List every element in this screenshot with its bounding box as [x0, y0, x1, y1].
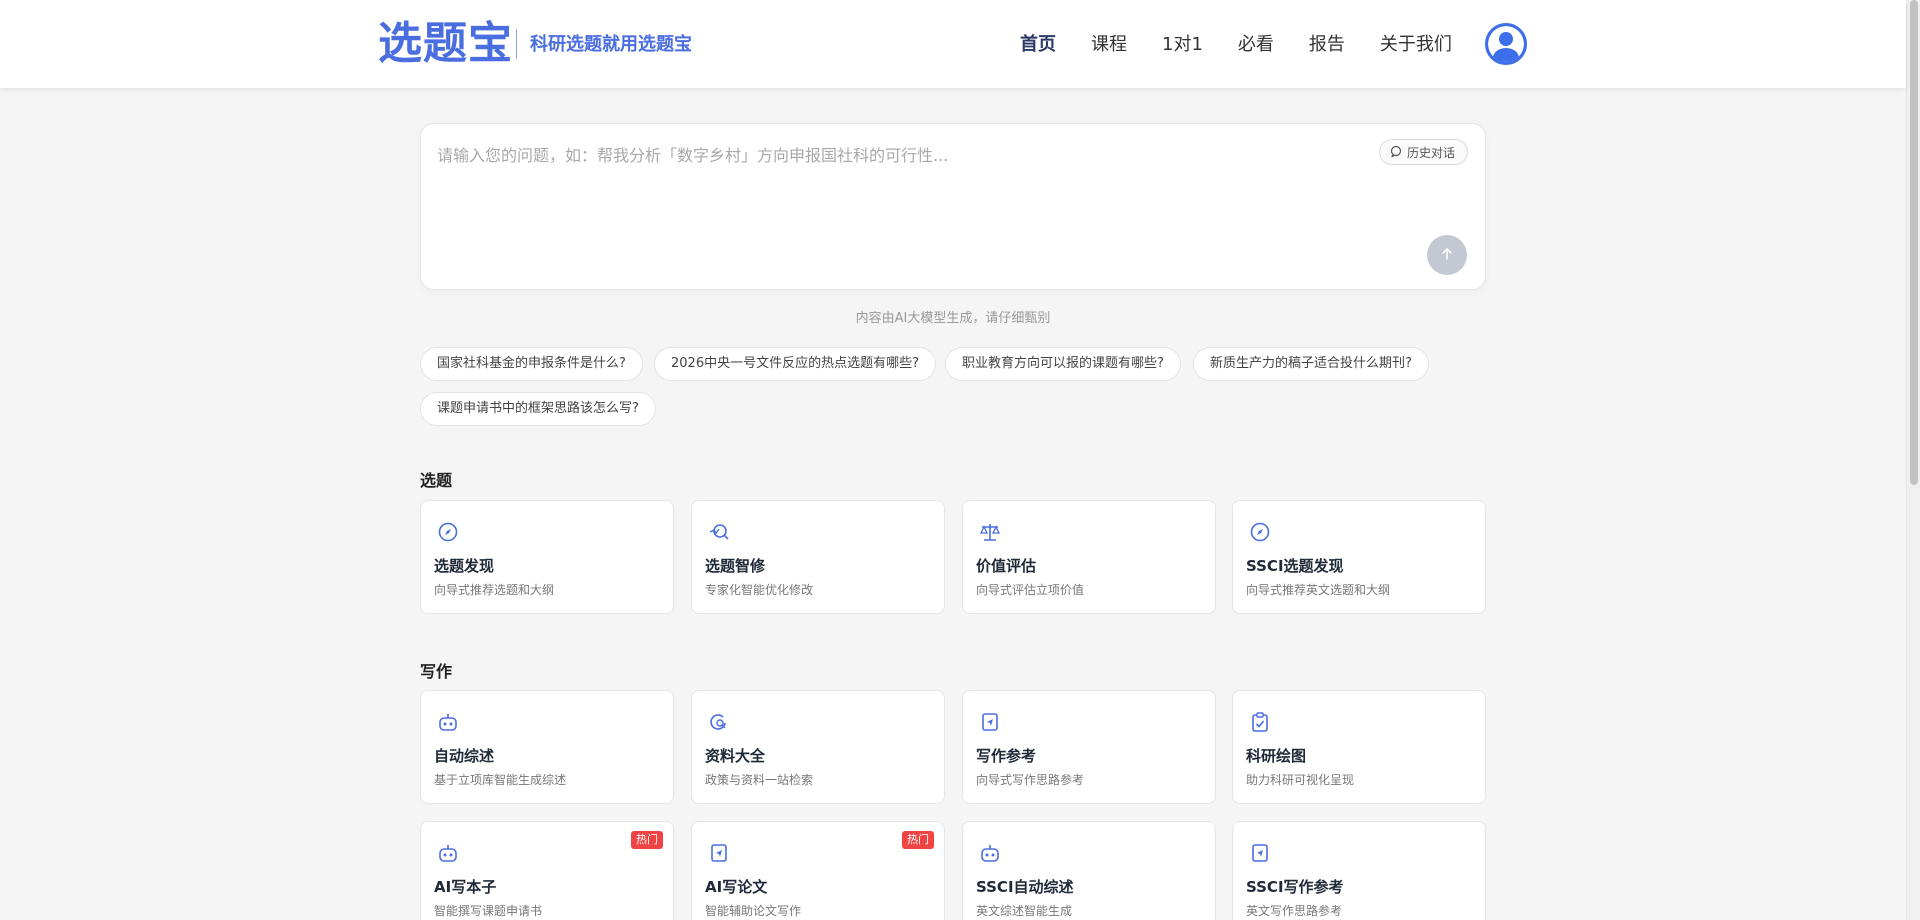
clipboard-check-icon [1249, 711, 1271, 733]
chat-bubble-icon [1390, 145, 1402, 160]
suggestion-chip[interactable]: 国家社科基金的申报条件是什么? [420, 347, 643, 381]
question-input[interactable] [437, 142, 1337, 262]
logo-divider [516, 29, 517, 59]
hot-badge: 热门 [631, 831, 663, 849]
card-ssci-topic-discovery[interactable]: SSCI选题发现 向导式推荐英文选题和大纲 [1232, 500, 1486, 614]
data-search-icon [708, 711, 730, 733]
robot-icon [979, 842, 1001, 864]
card-desc: 智能辅助论文写作 [705, 904, 802, 918]
nav-reports[interactable]: 报告 [1309, 32, 1345, 58]
card-title: 资料大全 [705, 747, 766, 765]
card-title: 自动综述 [434, 747, 495, 765]
card-ssci-writing-reference[interactable]: SSCI写作参考 英文写作思路参考 [1232, 821, 1486, 920]
card-value-assessment[interactable]: 价值评估 向导式评估立项价值 [962, 500, 1216, 614]
nav-home[interactable]: 首页 [1020, 32, 1056, 58]
card-title: AI写本子 [434, 878, 497, 896]
suggestion-chip[interactable]: 新质生产力的稿子适合投什么期刊? [1193, 347, 1429, 381]
card-title: 写作参考 [976, 747, 1037, 765]
card-desc: 向导式推荐英文选题和大纲 [1246, 583, 1391, 597]
card-ssci-auto-review[interactable]: SSCI自动综述 英文综述智能生成 [962, 821, 1216, 920]
history-button[interactable]: 历史对话 [1378, 139, 1468, 165]
magic-search-icon [708, 521, 730, 543]
hot-badge: 热门 [902, 831, 934, 849]
history-label: 历史对话 [1406, 145, 1455, 160]
card-title: 科研绘图 [1246, 747, 1307, 765]
card-desc: 基于立项库智能生成综述 [434, 773, 567, 787]
send-doc-icon [708, 842, 730, 864]
card-title: SSCI自动综述 [976, 878, 1074, 896]
card-auto-review[interactable]: 自动综述 基于立项库智能生成综述 [420, 690, 674, 804]
nav-courses[interactable]: 课程 [1091, 32, 1127, 58]
nav-must-read[interactable]: 必看 [1238, 32, 1274, 58]
card-title: AI写论文 [705, 878, 768, 896]
scrollbar-thumb[interactable] [1910, 0, 1918, 485]
card-desc: 英文综述智能生成 [976, 904, 1073, 918]
scale-icon [979, 521, 1001, 543]
card-resource-library[interactable]: 资料大全 政策与资料一站检索 [691, 690, 945, 804]
suggestion-chip[interactable]: 2026中央一号文件反应的热点选题有哪些? [654, 347, 936, 381]
user-avatar-icon[interactable] [1485, 23, 1527, 65]
robot-icon [437, 711, 459, 733]
card-desc: 向导式评估立项价值 [976, 583, 1085, 597]
compass-icon [1249, 521, 1271, 543]
top-header: 选题宝 科研选题就用选题宝 首页 课程 1对1 必看 报告 关于我们 [0, 0, 1906, 88]
main-nav: 首页 课程 1对1 必看 报告 关于我们 [1020, 32, 1487, 58]
card-desc: 向导式推荐选题和大纲 [434, 583, 555, 597]
card-title: 选题发现 [434, 557, 495, 575]
card-desc: 专家化智能优化修改 [705, 583, 814, 597]
chat-input-box: 历史对话 [420, 123, 1486, 290]
send-doc-icon [979, 711, 1001, 733]
card-desc: 向导式写作思路参考 [976, 773, 1085, 787]
ai-disclaimer: 内容由AI大模型生成，请仔细甄别 [855, 311, 1051, 326]
card-desc: 助力科研可视化呈现 [1246, 773, 1355, 787]
logo[interactable]: 选题宝 [378, 16, 513, 72]
card-desc: 政策与资料一站检索 [705, 773, 814, 787]
page-scrollbar[interactable] [1906, 0, 1920, 920]
card-desc: 智能撰写课题申请书 [434, 904, 543, 918]
send-doc-icon [1249, 842, 1271, 864]
suggestion-chip[interactable]: 职业教育方向可以报的课题有哪些? [945, 347, 1181, 381]
card-title: 价值评估 [976, 557, 1037, 575]
card-topic-discovery[interactable]: 选题发现 向导式推荐选题和大纲 [420, 500, 674, 614]
compass-icon [437, 521, 459, 543]
card-title: SSCI选题发现 [1246, 557, 1344, 575]
card-ai-write-paper[interactable]: 热门 AI写论文 智能辅助论文写作 [691, 821, 945, 920]
section-title-writing: 写作 [420, 662, 453, 681]
card-title: SSCI写作参考 [1246, 878, 1344, 896]
card-title: 选题智修 [705, 557, 766, 575]
nav-about-us[interactable]: 关于我们 [1380, 32, 1452, 58]
arrow-up-icon [1440, 246, 1454, 265]
section-title-topics: 选题 [420, 471, 453, 490]
robot-icon [437, 842, 459, 864]
nav-one-on-one[interactable]: 1对1 [1162, 32, 1203, 58]
card-research-drawing[interactable]: 科研绘图 助力科研可视化呈现 [1232, 690, 1486, 804]
card-desc: 英文写作思路参考 [1246, 904, 1343, 918]
send-button[interactable] [1427, 235, 1467, 275]
card-ai-write-proposal[interactable]: 热门 AI写本子 智能撰写课题申请书 [420, 821, 674, 920]
suggestion-chip[interactable]: 课题申请书中的框架思路该怎么写? [420, 392, 656, 426]
card-topic-smart-revise[interactable]: 选题智修 专家化智能优化修改 [691, 500, 945, 614]
card-writing-reference[interactable]: 写作参考 向导式写作思路参考 [962, 690, 1216, 804]
slogan: 科研选题就用选题宝 [530, 34, 692, 55]
